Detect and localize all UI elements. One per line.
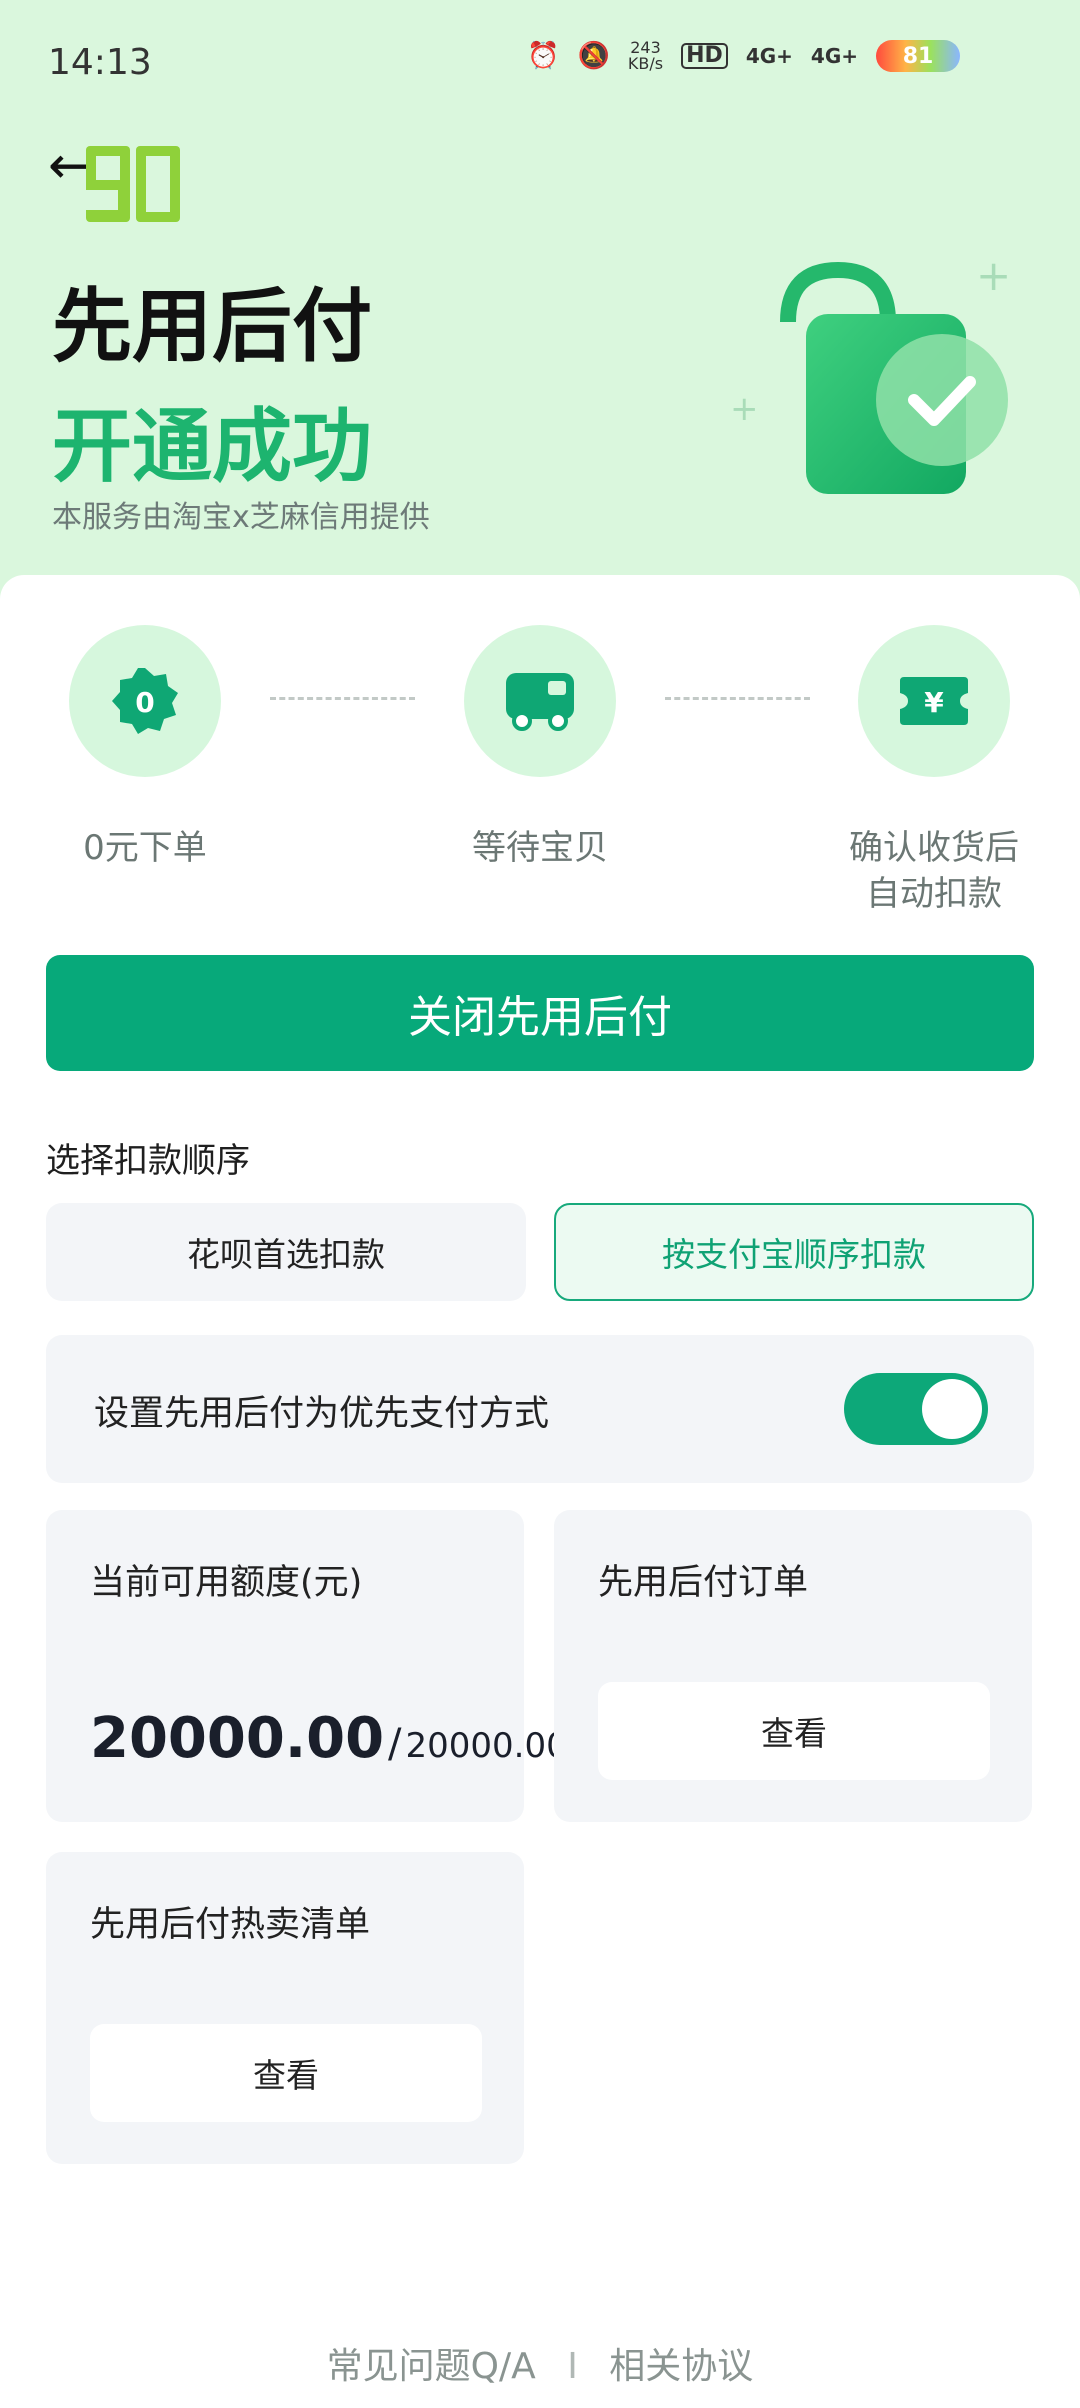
step-1-label: 0元下单	[83, 828, 207, 868]
available-credit: 20000.00	[90, 1706, 385, 1771]
step-3-label: 确认收货后 自动扣款	[824, 825, 1044, 917]
toggle-knob	[922, 1379, 982, 1439]
hot-list-title: 先用后付热卖清单	[90, 1905, 371, 1945]
step-divider-1	[270, 697, 415, 700]
close-pay-later-button[interactable]: 关闭先用后付	[46, 955, 1034, 1071]
hot-list-tile: 先用后付热卖清单 查看	[46, 1852, 524, 2164]
yuan-ticket-text: ¥	[924, 686, 944, 719]
huabei-first-option[interactable]: 花呗首选扣款	[46, 1203, 526, 1301]
mute-bell-icon: 🔕	[577, 41, 610, 71]
page-title: 先用后付	[52, 280, 372, 373]
alarm-icon: ⏰	[527, 41, 560, 71]
delivery-truck-icon	[506, 673, 574, 731]
preferred-payment-label: 设置先用后付为优先支付方式	[94, 1394, 550, 1434]
content-card: 0 ¥ 0元下单 等待宝贝 确认收货后 自动扣款 关闭先用后付 选择扣款顺序 花…	[0, 575, 1080, 2408]
amount-separator: /	[388, 1721, 402, 1767]
logo-90-icon	[86, 146, 180, 222]
step-2-circle	[464, 625, 616, 777]
svg-text:+: +	[976, 251, 1011, 300]
view-orders-button[interactable]: 查看	[598, 1682, 990, 1780]
signal-icon-2: 4G+	[810, 44, 858, 68]
footer-links: 常见问题Q/A I 相关协议	[0, 2337, 1080, 2389]
faq-link[interactable]: 常见问题Q/A	[327, 2346, 536, 2387]
footer-divider: I	[567, 2346, 578, 2387]
preferred-payment-toggle[interactable]	[844, 1373, 988, 1445]
hd-icon: HD	[681, 43, 728, 69]
deduct-order-label: 选择扣款顺序	[46, 1141, 250, 1181]
yuan-ticket-icon: ¥	[900, 677, 968, 725]
step-3-label-line1: 确认收货后	[849, 828, 1019, 868]
shopping-bag-check-icon: + +	[730, 251, 1011, 494]
svg-text:+: +	[730, 389, 759, 429]
network-speed: 243 KB/s	[628, 40, 663, 72]
credit-limit-title: 当前可用额度(元)	[90, 1563, 363, 1603]
process-steps: 0 ¥ 0元下单 等待宝贝 确认收货后 自动扣款	[0, 625, 1080, 925]
step-3-circle: ¥	[858, 625, 1010, 777]
zero-badge-text: 0	[135, 686, 154, 719]
battery-icon: 81	[876, 40, 960, 72]
zero-badge-icon: 0	[112, 668, 178, 734]
preferred-payment-row: 设置先用后付为优先支付方式	[46, 1335, 1034, 1483]
step-2-label: 等待宝贝	[472, 828, 608, 868]
hero-header: 14:13 ⏰ 🔕 243 KB/s HD 4G+ 4G+ 81 ← 先用后付	[0, 0, 1080, 620]
alipay-order-option[interactable]: 按支付宝顺序扣款	[554, 1203, 1034, 1301]
status-icons: ⏰ 🔕 243 KB/s HD 4G+ 4G+ 81	[527, 40, 960, 72]
credit-limit-tile: 当前可用额度(元) 20000.00 / 20000.00	[46, 1510, 568, 1822]
view-hot-list-button[interactable]: 查看	[90, 2024, 482, 2122]
page: 14:13 ⏰ 🔕 243 KB/s HD 4G+ 4G+ 81 ← 先用后付	[0, 0, 1080, 2408]
credit-amount: 20000.00 / 20000.00	[90, 1706, 568, 1771]
step-3-label-line2: 自动扣款	[866, 874, 1002, 914]
signal-icon-1: 4G+	[745, 44, 793, 68]
success-title: 开通成功	[52, 400, 372, 493]
network-speed-unit: KB/s	[627, 54, 664, 73]
status-time: 14:13	[48, 42, 152, 83]
orders-title: 先用后付订单	[598, 1563, 809, 1603]
service-provider-text: 本服务由淘宝x芝麻信用提供	[52, 500, 430, 535]
total-credit: 20000.00	[405, 1726, 568, 1766]
step-1-circle: 0	[69, 625, 221, 777]
orders-tile: 先用后付订单 查看	[554, 1510, 1032, 1822]
agreements-link[interactable]: 相关协议	[609, 2346, 753, 2387]
step-divider-2	[665, 697, 810, 700]
status-bar: 14:13 ⏰ 🔕 243 KB/s HD 4G+ 4G+ 81	[0, 0, 1080, 120]
